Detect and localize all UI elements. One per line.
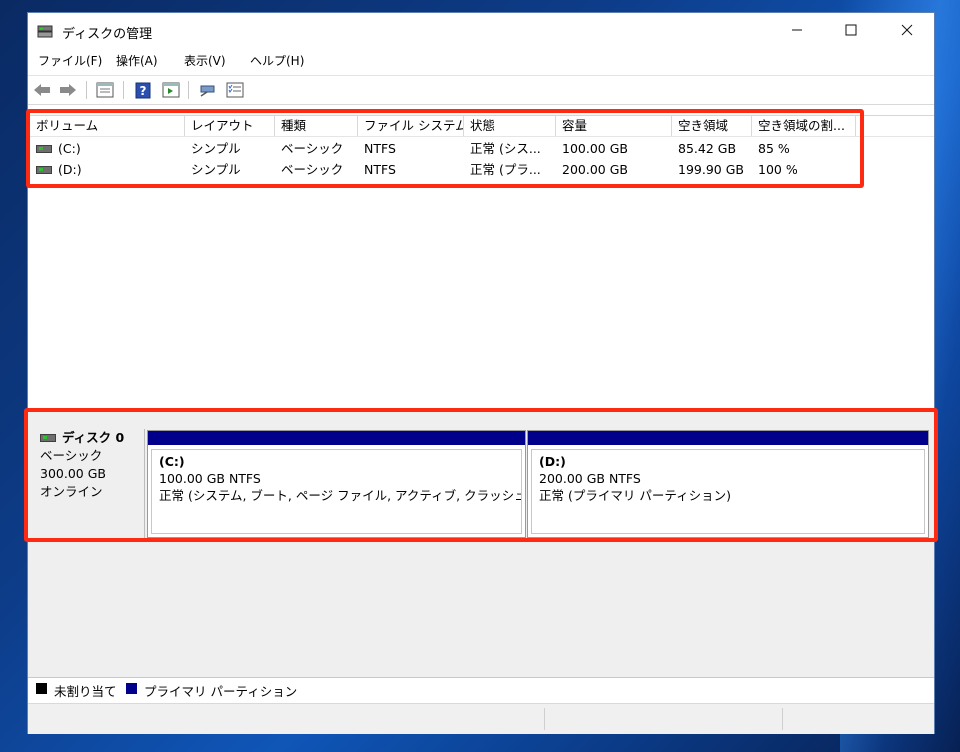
menu-file[interactable]: ファイル(F) — [38, 52, 102, 69]
window-title: ディスクの管理 — [62, 27, 153, 42]
minimize-button[interactable] — [774, 13, 820, 47]
properties-icon — [162, 82, 180, 98]
forward-button[interactable] — [58, 81, 78, 99]
maximize-button[interactable] — [828, 13, 874, 47]
legend-label-primary: プライマリ パーティション — [144, 684, 298, 699]
disk-view-highlight — [24, 408, 938, 542]
minimize-icon — [792, 29, 802, 31]
title-bar: ディスクの管理 — [28, 13, 934, 49]
menu-view[interactable]: 表示(V) — [184, 52, 226, 69]
toolbar-separator — [123, 81, 124, 99]
toolbar-separator — [188, 81, 189, 99]
legend-swatch-unallocated — [36, 683, 47, 694]
checklist-icon — [226, 82, 244, 98]
close-icon — [901, 24, 913, 36]
forward-icon — [60, 84, 76, 96]
menu-action[interactable]: 操作(A) — [116, 52, 158, 69]
connect-button[interactable] — [196, 81, 218, 99]
back-button[interactable] — [32, 81, 52, 99]
status-divider — [544, 708, 545, 730]
status-bar — [28, 703, 934, 734]
legend: 未割り当て プライマリ パーティション — [28, 677, 934, 700]
status-divider — [782, 708, 783, 730]
menu-bar: ファイル(F) 操作(A) 表示(V) ヘルプ(H) — [28, 49, 934, 71]
close-button[interactable] — [884, 13, 930, 47]
checklist-button[interactable] — [224, 81, 246, 99]
volume-list-highlight — [26, 109, 864, 188]
properties-button[interactable] — [160, 81, 182, 99]
disk-list-icon — [96, 82, 114, 98]
back-icon — [34, 84, 50, 96]
legend-swatch-primary — [126, 683, 137, 694]
legend-label-unallocated: 未割り当て — [54, 684, 117, 699]
menu-help[interactable]: ヘルプ(H) — [250, 52, 304, 69]
disk-list-button[interactable] — [94, 81, 116, 99]
help-icon: ? — [135, 82, 151, 98]
maximize-icon — [845, 24, 857, 36]
toolbar-separator — [86, 81, 87, 99]
svg-text:?: ? — [140, 84, 147, 98]
connect-icon — [200, 85, 215, 97]
help-button[interactable]: ? — [132, 81, 154, 99]
toolbar: ? — [28, 75, 934, 105]
disk-management-app-icon — [37, 25, 53, 38]
